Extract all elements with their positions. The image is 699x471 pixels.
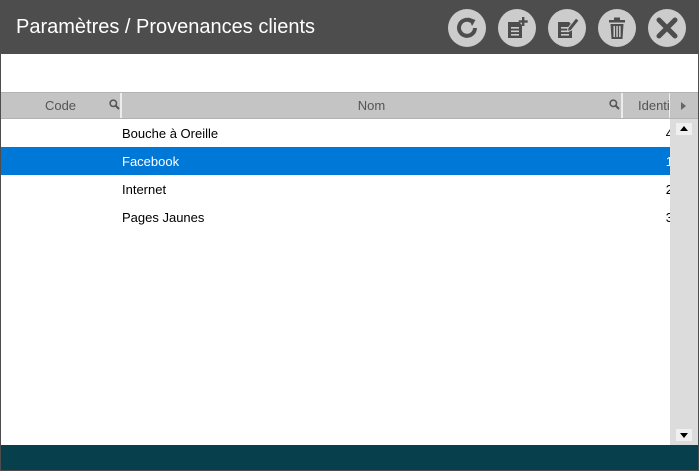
page-title: Paramètres / Provenances clients xyxy=(16,16,316,38)
column-header-code-label: Code xyxy=(44,98,77,113)
column-header-id[interactable]: Identi xyxy=(623,93,670,118)
column-header-nom-label: Nom xyxy=(357,98,386,113)
chevron-right-icon xyxy=(681,102,686,110)
close-button[interactable] xyxy=(648,9,686,47)
refresh-button[interactable] xyxy=(448,9,486,47)
refresh-icon xyxy=(457,17,477,38)
search-icon[interactable] xyxy=(609,99,620,110)
edit-document-icon xyxy=(558,17,580,38)
scroll-columns-right-button[interactable] xyxy=(670,93,698,118)
cell-id: 1 xyxy=(623,154,670,169)
search-icon[interactable] xyxy=(109,99,120,110)
column-header-id-label: Identi xyxy=(638,98,670,113)
table-row[interactable]: Pages Jaunes 3 xyxy=(1,203,670,231)
grid-header: Code Nom Identi xyxy=(1,92,698,119)
scroll-up-arrow-icon[interactable] xyxy=(676,123,692,135)
cell-id: 4 xyxy=(623,126,670,141)
edit-button[interactable] xyxy=(548,9,586,47)
column-header-nom[interactable]: Nom xyxy=(122,93,623,118)
vertical-scrollbar[interactable] xyxy=(670,119,698,445)
trash-icon xyxy=(609,17,625,39)
close-icon xyxy=(656,17,678,39)
cell-id: 3 xyxy=(623,210,670,225)
cell-id: 2 xyxy=(623,182,670,197)
cell-nom: Internet xyxy=(122,182,167,197)
footer-bar xyxy=(1,445,698,470)
grid-body: Bouche à Oreille 4 Facebook 1 Internet 2… xyxy=(1,119,670,445)
cell-nom: Bouche à Oreille xyxy=(122,126,219,141)
delete-button[interactable] xyxy=(598,9,636,47)
add-button[interactable] xyxy=(498,9,536,47)
column-header-code[interactable]: Code xyxy=(1,93,122,118)
cell-nom: Pages Jaunes xyxy=(122,210,205,225)
title-bar: Paramètres / Provenances clients xyxy=(1,1,698,54)
table-row[interactable]: Bouche à Oreille 4 xyxy=(1,119,670,147)
table-row-selected[interactable]: Facebook 1 xyxy=(1,147,670,175)
cell-nom: Facebook xyxy=(122,154,180,169)
table-row[interactable]: Internet 2 xyxy=(1,175,670,203)
add-document-icon xyxy=(508,17,528,38)
scroll-down-arrow-icon[interactable] xyxy=(676,429,692,441)
window: Paramètres / Provenances clients Code No… xyxy=(0,0,699,471)
